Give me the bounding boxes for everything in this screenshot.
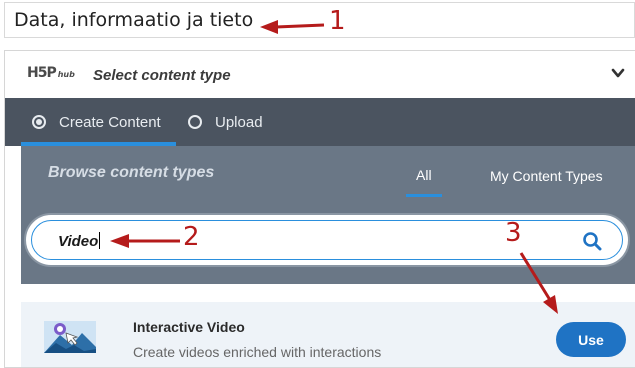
title-value: Data, informaatio ja tieto — [14, 9, 254, 31]
filter-my-content-types-tab[interactable]: My Content Types — [490, 168, 603, 184]
search-icon[interactable] — [582, 231, 602, 251]
hub-tabs: Create Content Upload — [5, 98, 635, 146]
annotation-label-1: 1 — [329, 6, 346, 36]
chevron-down-icon[interactable] — [610, 65, 626, 81]
hub-header[interactable]: H5P hub Select content type — [5, 51, 635, 98]
list-item[interactable]: Interactive Video Create videos enriched… — [21, 302, 635, 367]
result-title: Interactive Video — [133, 319, 245, 335]
annotation-label-2: 2 — [183, 222, 200, 252]
result-description: Create videos enriched with interactions — [133, 344, 382, 360]
browse-panel: Browse content types All My Content Type… — [21, 146, 635, 284]
search-value: Video — [58, 232, 101, 250]
use-button[interactable]: Use — [556, 322, 626, 357]
hub-header-title: Select content type — [93, 67, 231, 84]
tab-upload[interactable]: Upload — [188, 98, 263, 146]
radio-unchecked-icon — [188, 115, 202, 129]
tab-create-content[interactable]: Create Content — [21, 98, 176, 146]
search-input[interactable]: Video — [31, 220, 623, 260]
h5p-hub-logo: H5P hub — [27, 65, 75, 81]
browse-label: Browse content types — [48, 164, 215, 181]
radio-checked-icon — [32, 115, 46, 129]
title-field[interactable]: Data, informaatio ja tieto — [4, 2, 635, 38]
tab-label: Upload — [215, 113, 263, 131]
filter-all-tab[interactable]: All — [406, 167, 442, 197]
text-caret — [99, 232, 101, 249]
annotation-label-3: 3 — [505, 218, 522, 248]
h5p-hub-panel: H5P hub Select content type Create Conten… — [4, 50, 635, 368]
interactive-video-icon — [44, 321, 96, 353]
search-box: Video — [24, 213, 630, 267]
tab-label: Create Content — [59, 113, 161, 131]
